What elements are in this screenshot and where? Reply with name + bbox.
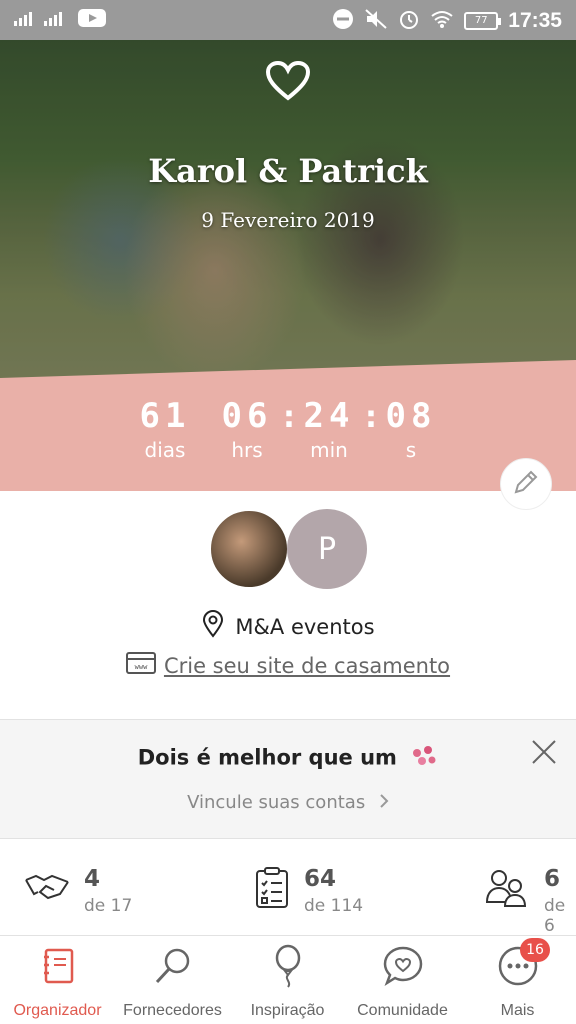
stat-guests[interactable]: 6 de 6 [484,866,576,936]
countdown-hours: 06 hrs [202,396,292,462]
create-website-link[interactable]: Crie seu site de casamento [164,654,450,678]
website-row[interactable]: www Crie seu site de casamento [0,652,576,679]
browser-icon: www [125,652,156,679]
seconds-label: s [405,438,417,462]
heart-icon [265,60,311,106]
notebook-icon [40,947,76,989]
link-accounts-button[interactable]: Vincule suas contas [0,792,576,814]
checklist-icon [254,866,290,914]
nav-inspiracao[interactable]: Inspiração [230,944,345,1020]
chat-heart-icon [382,945,424,991]
svg-text:www: www [135,663,148,671]
magnifier-icon [153,946,193,990]
notification-badge: 16 [520,938,550,962]
battery-icon: 77 [464,12,502,30]
close-icon[interactable] [530,738,558,770]
wifi-icon [430,9,454,33]
alarm-icon [398,8,420,34]
stat-total: de 114 [304,896,364,916]
cover-photo[interactable]: Karol & Patrick 9 Fevereiro 2019 [0,40,576,380]
mute-icon [364,8,388,34]
edit-button[interactable] [500,458,552,510]
stat-total: de 6 [544,896,566,936]
seconds-value: 08 [385,396,437,436]
countdown-days: 61 dias [120,396,210,462]
clock: 17:35 [508,9,562,32]
minutes-label: min [310,438,348,462]
youtube-icon [78,8,106,32]
countdown-seconds: 08 s [366,396,456,462]
link-card-title: Dois é melhor que um [0,744,576,773]
nav-label: Comunidade [357,1002,448,1019]
stat-suppliers[interactable]: 4 de 17 [24,866,132,916]
stat-value: 64 [304,866,337,892]
guests-icon [484,866,530,912]
nav-label: Fornecedores [123,1002,222,1019]
wedding-date: 9 Fevereiro 2019 [201,208,375,232]
nav-label: Mais [500,1002,535,1019]
countdown: 61 dias 06 hrs : 24 min : 08 s [0,360,576,491]
signal-icon [14,8,70,32]
couple-names: Karol & Patrick [148,152,428,190]
days-value: 61 [139,396,191,436]
avatar[interactable] [209,509,289,589]
chevron-right-icon [379,793,389,814]
hours-value: 06 [221,396,273,436]
location-pin-icon [201,610,225,643]
dnd-icon [332,8,354,34]
nav-label: Organizador [13,1002,102,1019]
hearts-icon [410,744,438,773]
minutes-value: 24 [303,396,355,436]
stat-value: 6 [544,866,561,892]
pencil-icon [512,468,540,500]
days-label: dias [144,438,186,462]
balloon-icon [273,944,303,992]
hours-label: hrs [231,438,263,462]
nav-mais[interactable]: Mais [460,944,575,1020]
location[interactable]: M&A eventos [0,610,576,643]
nav-label: Inspiração [250,1002,325,1019]
status-bar: 77 17:35 [0,0,576,40]
partner-avatar[interactable]: P [287,509,367,589]
bottom-navigation: Organizador Fornecedores Inspiração Comu… [0,935,576,1024]
handshake-icon [24,866,70,910]
location-label: M&A eventos [235,614,375,639]
link-accounts-card: Dois é melhor que um Vincule suas contas [0,719,576,839]
nav-comunidade[interactable]: Comunidade [345,944,460,1020]
stat-tasks[interactable]: 64 de 114 [254,866,363,916]
stat-total: de 17 [84,896,133,916]
stat-value: 4 [84,866,101,892]
nav-organizador[interactable]: Organizador [0,944,115,1020]
stats-row: 4 de 17 64 de 114 6 de 6 [0,840,576,936]
countdown-minutes: 24 min [284,396,374,462]
nav-fornecedores[interactable]: Fornecedores [115,944,230,1020]
